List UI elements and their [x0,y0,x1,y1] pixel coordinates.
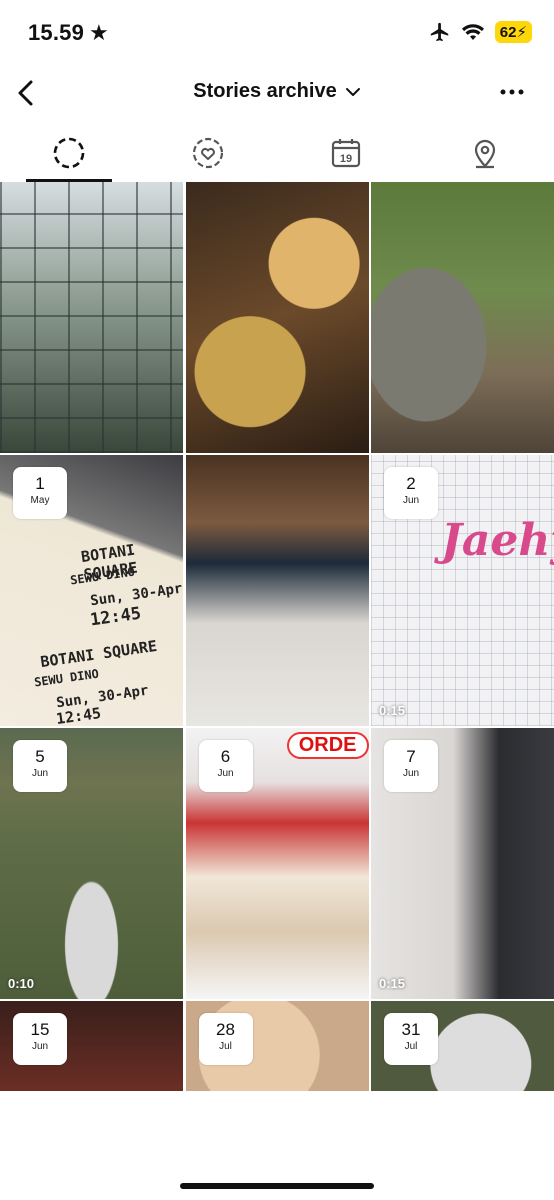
story-thumbnail[interactable] [185,182,369,453]
ticket-name: SEWU DINO [69,564,136,588]
date-day: 7 [406,747,416,766]
chevron-down-icon [345,87,360,96]
star-icon: ★ [89,20,109,45]
location-pin-icon [474,139,495,169]
charging-icon: ⚡ [516,24,527,41]
sketch-word: Jaehyu [441,515,554,566]
date-day: 1 [35,474,45,493]
stories-archive-icon [53,137,85,169]
story-thumbnail[interactable]: 31 Jul [371,1001,554,1091]
date-day: 5 [35,747,45,766]
page-title: Stories archive [193,80,337,102]
wifi-icon [461,24,484,40]
tab-map[interactable] [416,124,554,182]
tab-calendar[interactable]: 19 [277,124,416,182]
date-badge: 15 Jun [13,1013,67,1065]
archive-tabs: 19 [0,124,554,182]
date-month: Jun [31,768,49,779]
date-month: Jun [402,495,420,506]
date-month: Jun [402,768,420,779]
status-time: 15.59 [28,20,85,45]
status-icons: 62 ⚡ [429,21,532,43]
airplane-icon [430,22,449,42]
story-thumbnail[interactable]: 2 Jun Jaehyu 0:15 [371,455,554,726]
ticket-venue-2: BOTANI SQUARE [39,636,159,672]
battery-level: 62 [499,23,517,41]
date-month: Jun [31,1041,49,1052]
video-duration: 0:10 [8,976,35,991]
date-day: 28 [216,1020,235,1039]
status-bar: 15.59 ★ 62 ⚡ [0,0,554,66]
title-dropdown[interactable]: Stories archive [0,80,554,103]
video-duration: 0:15 [379,703,406,718]
story-thumbnail[interactable]: 5 Jun 0:10 [0,728,183,999]
story-thumbnail[interactable]: 15 Jun [0,1001,183,1091]
home-indicator[interactable] [180,1183,374,1189]
more-options-button[interactable] [500,80,524,104]
calendar-day-label: 19 [340,153,352,165]
date-month: May [30,495,50,506]
tab-stories[interactable] [0,124,139,182]
date-day: 2 [406,474,416,493]
story-thumbnail[interactable] [185,455,369,726]
story-thumbnail[interactable] [371,182,554,453]
story-thumbnail[interactable]: 1 May BOTANI SQUARE SEWU DINO Sun, 30-Ap… [0,455,183,726]
date-badge: 1 May [13,467,67,519]
story-thumbnail[interactable]: 6 Jun ORDE [185,728,369,999]
date-badge: 31 Jul [384,1013,438,1065]
date-month: Jun [217,768,234,779]
stories-grid: 1 May BOTANI SQUARE SEWU DINO Sun, 30-Ap… [0,182,554,1091]
story-thumbnail[interactable]: 7 Jun 0:15 [371,728,554,999]
date-badge: 28 Jul [198,1013,253,1065]
tab-memories[interactable] [139,124,278,182]
date-day: 15 [30,1020,50,1039]
date-badge: 2 Jun [384,467,438,519]
ticket-date-2: Sun, 30-Apr [55,682,150,712]
story-thumbnail[interactable]: 28 Jul [185,1001,369,1091]
calendar-icon: 19 [332,139,361,168]
date-badge: 6 Jun [198,740,253,792]
ellipsis-icon [500,89,524,95]
date-day: 6 [220,747,231,766]
story-thumbnail[interactable] [0,182,183,453]
battery-indicator: 62 ⚡ [494,21,532,43]
date-month: Jul [219,1041,232,1052]
video-duration: 0:15 [379,976,406,991]
date-badge: 7 Jun [384,740,438,792]
date-badge: 5 Jun [13,740,67,792]
heart-circle-icon [192,137,223,169]
header: Stories archive [0,66,554,122]
order-sign: ORDE [286,732,369,759]
date-day: 31 [401,1020,421,1039]
date-month: Jul [404,1041,418,1052]
